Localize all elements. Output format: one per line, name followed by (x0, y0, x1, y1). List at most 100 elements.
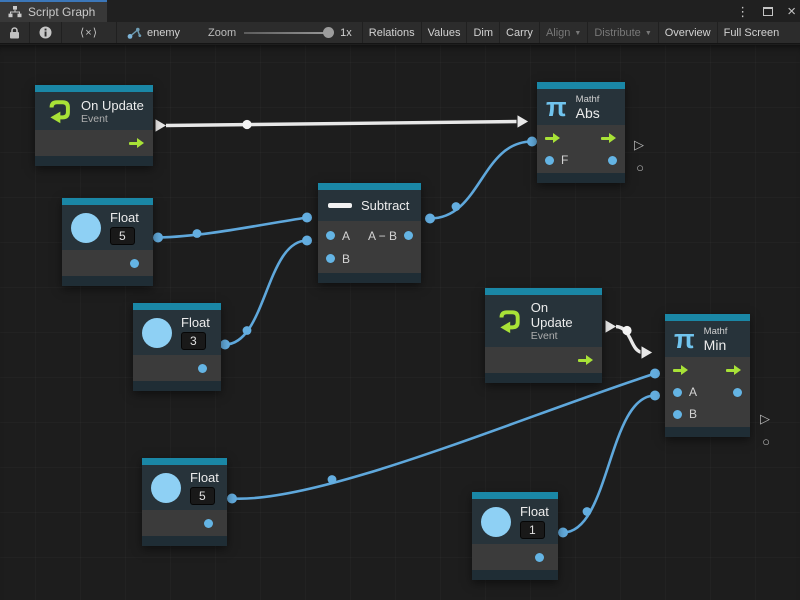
connection-float3-subtract-b[interactable] (220, 236, 312, 350)
node-color-bar (537, 82, 625, 89)
zoom-value: 1x (340, 27, 352, 39)
value-output-port[interactable] (535, 553, 544, 562)
port-label: B (342, 252, 350, 266)
node-header: On Update Event (485, 295, 602, 347)
node-color-bar (472, 492, 558, 499)
values-button[interactable]: Values (422, 22, 468, 43)
graph-breadcrumb[interactable]: enemy (117, 22, 190, 43)
relations-button[interactable]: Relations (363, 22, 422, 43)
connection-onupdate2-min[interactable] (605, 320, 653, 360)
port-label: A − B (368, 229, 397, 243)
node-header: Subtract (318, 190, 421, 221)
float-value-field[interactable]: 1 (520, 521, 545, 539)
unconnected-value-circle-icon[interactable]: ○ (762, 435, 770, 448)
flow-output-arrow[interactable] (601, 133, 617, 143)
node-title: Float (190, 470, 219, 485)
node-footer (485, 373, 602, 383)
align-label: Align (546, 27, 570, 39)
connection-float1-min-b[interactable] (558, 391, 660, 538)
zoom-slider-knob[interactable] (323, 27, 334, 38)
connection-float5-subtract-a[interactable] (153, 213, 312, 243)
connection-subtract-abs-f[interactable] (425, 137, 537, 224)
value-output-port[interactable] (404, 231, 413, 240)
node-on-update-1[interactable]: On Update Event (35, 85, 153, 166)
node-title: On Update (531, 300, 593, 330)
connection-float5b-min-a[interactable] (227, 369, 660, 504)
value-input-port-a[interactable] (326, 231, 335, 240)
node-subtract[interactable]: Subtract A A − B B (318, 183, 421, 283)
flow-output-arrow[interactable] (578, 355, 594, 365)
port-label: A (689, 385, 697, 399)
value-input-port-b[interactable] (673, 410, 682, 419)
pi-icon: π (674, 325, 695, 353)
node-footer (665, 427, 750, 437)
info-button[interactable] (30, 22, 62, 43)
flow-input-arrow[interactable] (545, 133, 561, 143)
loop-event-icon (44, 97, 72, 125)
info-icon (39, 26, 52, 39)
value-output-port[interactable] (204, 519, 213, 528)
value-output-port[interactable] (733, 388, 742, 397)
value-input-port-b[interactable] (326, 254, 335, 263)
node-footer (318, 273, 421, 283)
node-float-5a[interactable]: Float 5 (62, 198, 153, 286)
node-float-5b[interactable]: Float 5 (142, 458, 227, 546)
value-output-port[interactable] (130, 259, 139, 268)
carry-button[interactable]: Carry (500, 22, 540, 43)
node-header: Float 5 (142, 465, 227, 510)
float-value-field[interactable]: 5 (190, 487, 215, 505)
unconnected-flow-triangle-icon[interactable]: ▷ (634, 138, 644, 151)
node-color-bar (318, 183, 421, 190)
relations-label: Relations (369, 27, 415, 39)
connection-onupdate1-abs[interactable] (155, 115, 529, 133)
port-label: B (689, 407, 697, 421)
overview-button[interactable]: Overview (659, 22, 718, 43)
graph-canvas[interactable]: On Update Event π Mathf Abs (0, 45, 800, 600)
node-footer (62, 276, 153, 286)
flow-input-arrow[interactable] (673, 365, 689, 375)
node-mathf-min[interactable]: π Mathf Min A (665, 314, 750, 437)
align-button[interactable]: Align (540, 22, 588, 43)
chevron-down-icon (574, 30, 581, 37)
node-body (142, 510, 227, 536)
value-input-port-a[interactable] (673, 388, 682, 397)
float-value-field[interactable]: 3 (181, 332, 206, 350)
node-float-1[interactable]: Float 1 (472, 492, 558, 580)
zoom-slider-track[interactable] (244, 32, 332, 34)
node-footer (133, 381, 221, 391)
node-title: Float (181, 315, 210, 330)
node-float-3[interactable]: Float 3 (133, 303, 221, 391)
value-output-port[interactable] (608, 156, 617, 165)
value-input-port[interactable] (545, 156, 554, 165)
maximize-icon[interactable] (763, 7, 773, 16)
node-body: F (537, 125, 625, 173)
lock-button[interactable] (0, 22, 30, 43)
node-header: Float 3 (133, 310, 221, 355)
unconnected-flow-triangle-icon[interactable]: ▷ (760, 412, 770, 425)
node-on-update-2[interactable]: On Update Event (485, 288, 602, 383)
code-view-button[interactable]: ⟨×⟩ (62, 22, 117, 43)
tab-script-graph[interactable]: Script Graph (0, 0, 107, 22)
float-literal-icon (151, 473, 181, 503)
node-color-bar (485, 288, 602, 295)
distribute-button[interactable]: Distribute (588, 22, 658, 43)
node-footer (472, 570, 558, 580)
fullscreen-button[interactable]: Full Screen (718, 22, 786, 43)
port-label: A (342, 229, 350, 243)
float-value-field[interactable]: 5 (110, 227, 135, 245)
dim-button[interactable]: Dim (467, 22, 500, 43)
node-color-bar (133, 303, 221, 310)
node-header: π Mathf Min (665, 321, 750, 357)
node-mathf-abs[interactable]: π Mathf Abs F ▷ (537, 82, 625, 183)
flow-output-arrow[interactable] (726, 365, 742, 375)
value-output-port[interactable] (198, 364, 207, 373)
node-title: On Update (81, 98, 144, 113)
node-body (62, 250, 153, 276)
window-menu-icon[interactable]: ⋮ (736, 5, 749, 18)
close-icon[interactable]: × (787, 4, 796, 19)
node-title: Float (110, 210, 139, 225)
unconnected-value-circle-icon[interactable]: ○ (636, 161, 644, 174)
flow-output-arrow[interactable] (129, 138, 145, 148)
float-literal-icon (481, 507, 511, 537)
node-header: On Update Event (35, 92, 153, 130)
